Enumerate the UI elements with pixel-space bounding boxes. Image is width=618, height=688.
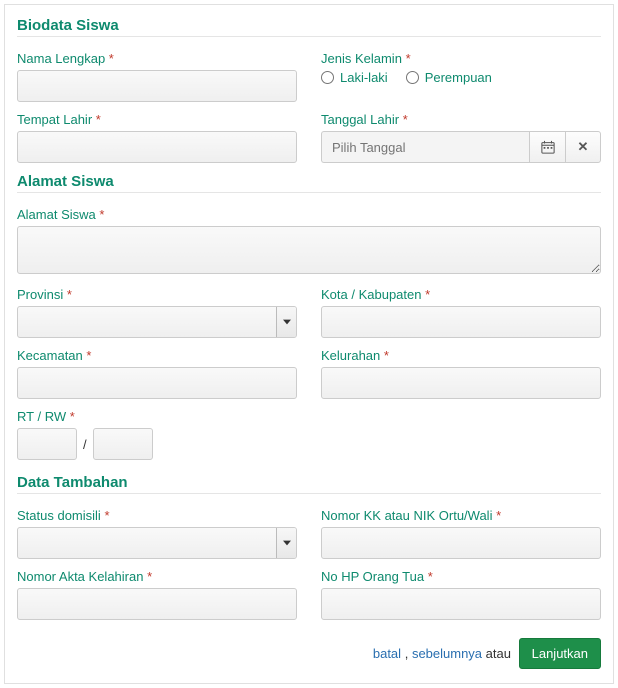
label-no-hp: No HP Orang Tua * <box>321 569 601 584</box>
radio-perempuan[interactable] <box>406 71 419 84</box>
divider <box>17 36 601 37</box>
label-status-domisili: Status domisili * <box>17 508 297 523</box>
label-alamat-siswa: Alamat Siswa * <box>17 207 601 222</box>
section-title-alamat: Alamat Siswa <box>17 173 601 190</box>
calendar-icon <box>541 140 555 154</box>
form-footer: batal , sebelumnya atau Lanjutkan <box>17 638 601 669</box>
rw-input[interactable] <box>93 428 153 460</box>
nama-lengkap-input[interactable] <box>17 70 297 102</box>
kota-input[interactable] <box>321 306 601 338</box>
label-kota: Kota / Kabupaten * <box>321 287 601 302</box>
form-panel: Biodata Siswa Nama Lengkap * Jenis Kelam… <box>4 4 614 684</box>
kecamatan-input[interactable] <box>17 367 297 399</box>
rt-rw-separator: / <box>83 437 87 452</box>
section-title-tambahan: Data Tambahan <box>17 474 601 491</box>
radio-laki-laki[interactable] <box>321 71 334 84</box>
rt-input[interactable] <box>17 428 77 460</box>
footer-comma: , <box>405 646 409 661</box>
label-nomor-kk: Nomor KK atau NIK Ortu/Wali * <box>321 508 601 523</box>
date-input-group: ✕ <box>321 131 601 163</box>
radio-label-perempuan: Perempuan <box>425 70 492 85</box>
sebelumnya-link[interactable]: sebelumnya <box>412 646 482 661</box>
lanjutkan-button[interactable]: Lanjutkan <box>519 638 601 669</box>
tanggal-lahir-input[interactable] <box>321 131 529 163</box>
status-domisili-select[interactable] <box>17 527 297 559</box>
tempat-lahir-input[interactable] <box>17 131 297 163</box>
section-title-biodata: Biodata Siswa <box>17 17 601 34</box>
alamat-siswa-textarea[interactable] <box>17 226 601 274</box>
nomor-kk-input[interactable] <box>321 527 601 559</box>
provinsi-select[interactable] <box>17 306 297 338</box>
clear-date-button[interactable]: ✕ <box>565 131 601 163</box>
footer-atau: atau <box>486 646 511 661</box>
divider <box>17 493 601 494</box>
close-icon: ✕ <box>578 139 589 155</box>
gender-radio-group: Laki-laki Perempuan <box>321 70 601 85</box>
label-nama-lengkap: Nama Lengkap * <box>17 51 297 66</box>
label-jenis-kelamin: Jenis Kelamin * <box>321 51 601 66</box>
label-nomor-akta: Nomor Akta Kelahiran * <box>17 569 297 584</box>
no-hp-input[interactable] <box>321 588 601 620</box>
calendar-button[interactable] <box>529 131 565 163</box>
label-rt-rw: RT / RW * <box>17 409 297 424</box>
label-kelurahan: Kelurahan * <box>321 348 601 363</box>
kelurahan-input[interactable] <box>321 367 601 399</box>
label-tanggal-lahir: Tanggal Lahir * <box>321 112 601 127</box>
radio-label-laki: Laki-laki <box>340 70 388 85</box>
label-provinsi: Provinsi * <box>17 287 297 302</box>
divider <box>17 192 601 193</box>
batal-link[interactable]: batal <box>373 646 401 661</box>
label-tempat-lahir: Tempat Lahir * <box>17 112 297 127</box>
nomor-akta-input[interactable] <box>17 588 297 620</box>
label-kecamatan: Kecamatan * <box>17 348 297 363</box>
